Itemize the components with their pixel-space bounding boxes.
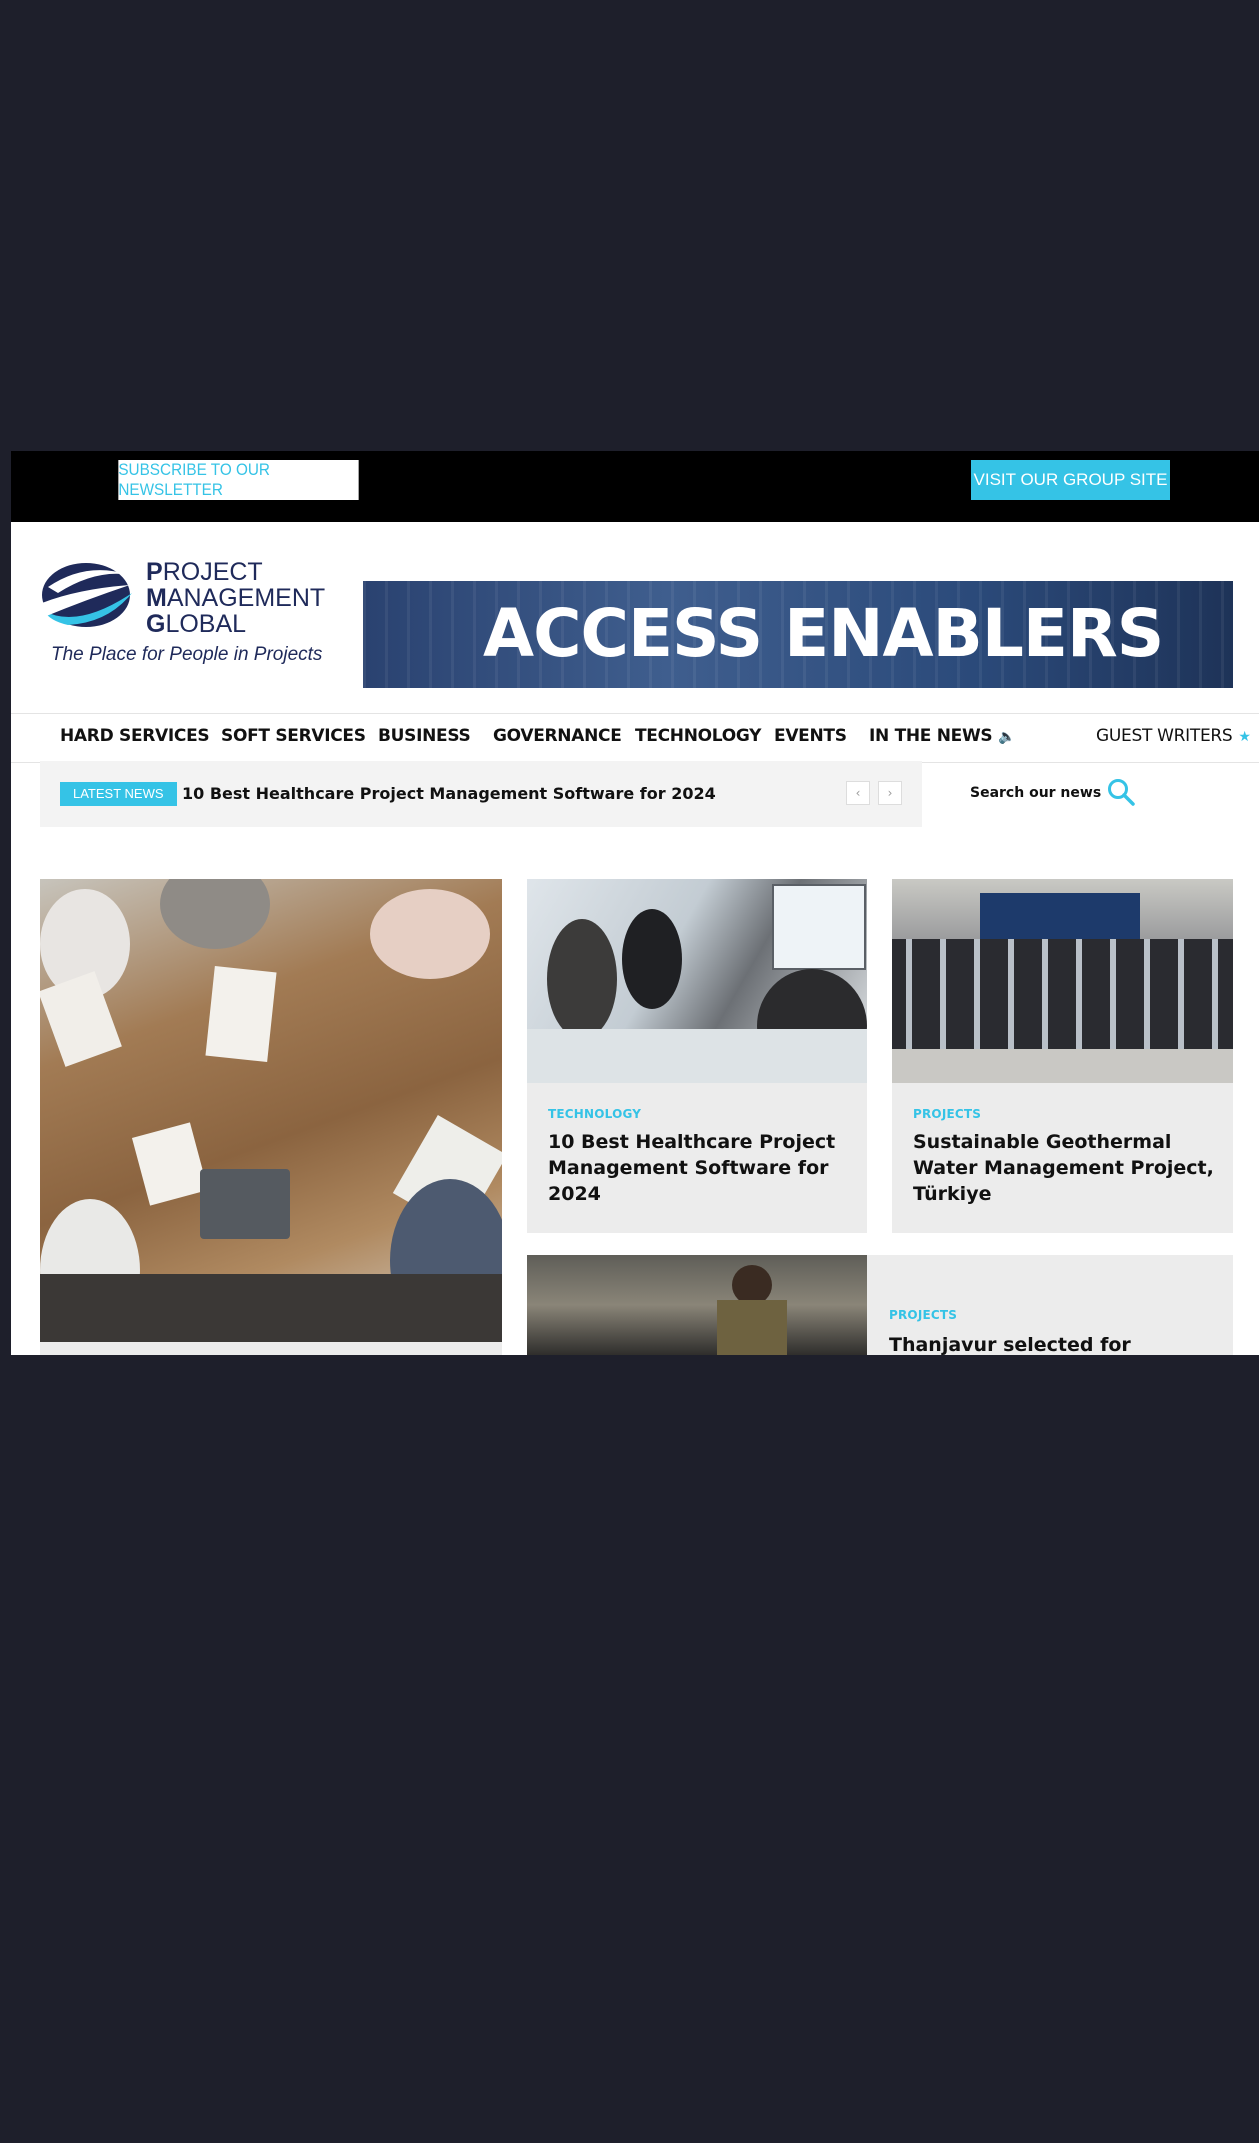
top-bar: SUBSCRIBE TO OUR NEWSLETTER VISIT OUR GR… [11, 451, 1259, 522]
group-site-button[interactable]: VISIT OUR GROUP SITE [971, 460, 1170, 500]
nav-in-the-news[interactable]: IN THE NEWS 🔈 [869, 726, 1016, 746]
card-title[interactable]: Sustainable Geothermal Water Management … [913, 1129, 1223, 1207]
latest-news-headline[interactable]: 10 Best Healthcare Project Management So… [182, 784, 716, 803]
nav-guest-writers-label: GUEST WRITERS [1096, 726, 1233, 746]
latest-news-badge: LATEST NEWS [60, 782, 177, 806]
featured-card-strip [40, 1342, 502, 1355]
nav-guest-writers[interactable]: GUEST WRITERS ★ [1096, 726, 1251, 746]
ticker-prev-button[interactable]: ‹ [846, 781, 870, 805]
featured-image[interactable] [40, 879, 502, 1342]
article-card[interactable]: PROJECTS Thanjavur selected for [867, 1255, 1233, 1355]
newsletter-button[interactable]: SUBSCRIBE TO OUR NEWSLETTER [118, 460, 359, 500]
card-title[interactable]: 10 Best Healthcare Project Management So… [548, 1129, 848, 1207]
search-icon[interactable] [1106, 777, 1136, 807]
nav-soft-services[interactable]: SOFT SERVICES [221, 726, 366, 746]
star-icon: ★ [1238, 729, 1251, 745]
ticker-next-button[interactable]: › [878, 781, 902, 805]
logo-wordmark: PROJECT MANAGEMENT GLOBAL [146, 558, 326, 638]
article-card[interactable]: TECHNOLOGY 10 Best Healthcare Project Ma… [527, 1083, 867, 1233]
nav-hard-services[interactable]: HARD SERVICES [60, 726, 210, 746]
nav-events[interactable]: EVENTS [774, 726, 847, 746]
nav-governance[interactable]: GOVERNANCE [493, 726, 622, 746]
speaker-icon: 🔈 [998, 729, 1016, 745]
card-image-projects[interactable] [892, 879, 1233, 1083]
latest-news-ticker: LATEST NEWS 10 Best Healthcare Project M… [40, 761, 922, 827]
globe-logo-icon [42, 563, 132, 627]
nav-in-the-news-label: IN THE NEWS [869, 726, 993, 746]
site-logo[interactable]: PROJECT MANAGEMENT GLOBAL The Place for … [38, 559, 338, 669]
card-category[interactable]: PROJECTS [913, 1107, 981, 1121]
nav-business[interactable]: BUSINESS [378, 726, 471, 746]
card-category[interactable]: PROJECTS [889, 1308, 957, 1322]
main-nav: HARD SERVICES SOFT SERVICES BUSINESS GOV… [11, 713, 1259, 763]
card-title[interactable]: Thanjavur selected for [889, 1332, 1219, 1355]
article-card[interactable]: PROJECTS Sustainable Geothermal Water Ma… [892, 1083, 1233, 1233]
card-image-projects-2[interactable] [527, 1255, 867, 1355]
card-image-technology[interactable] [527, 879, 867, 1083]
banner-headline: ACCESS ENABLERS [483, 595, 1164, 672]
nav-technology[interactable]: TECHNOLOGY [635, 726, 761, 746]
logo-tagline: The Place for People in Projects [51, 644, 323, 665]
website-viewport: SUBSCRIBE TO OUR NEWSLETTER VISIT OUR GR… [11, 451, 1259, 1355]
search-label[interactable]: Search our news [970, 785, 1101, 801]
ad-banner[interactable]: ACCESS ENABLERS [363, 581, 1233, 688]
card-category[interactable]: TECHNOLOGY [548, 1107, 641, 1121]
